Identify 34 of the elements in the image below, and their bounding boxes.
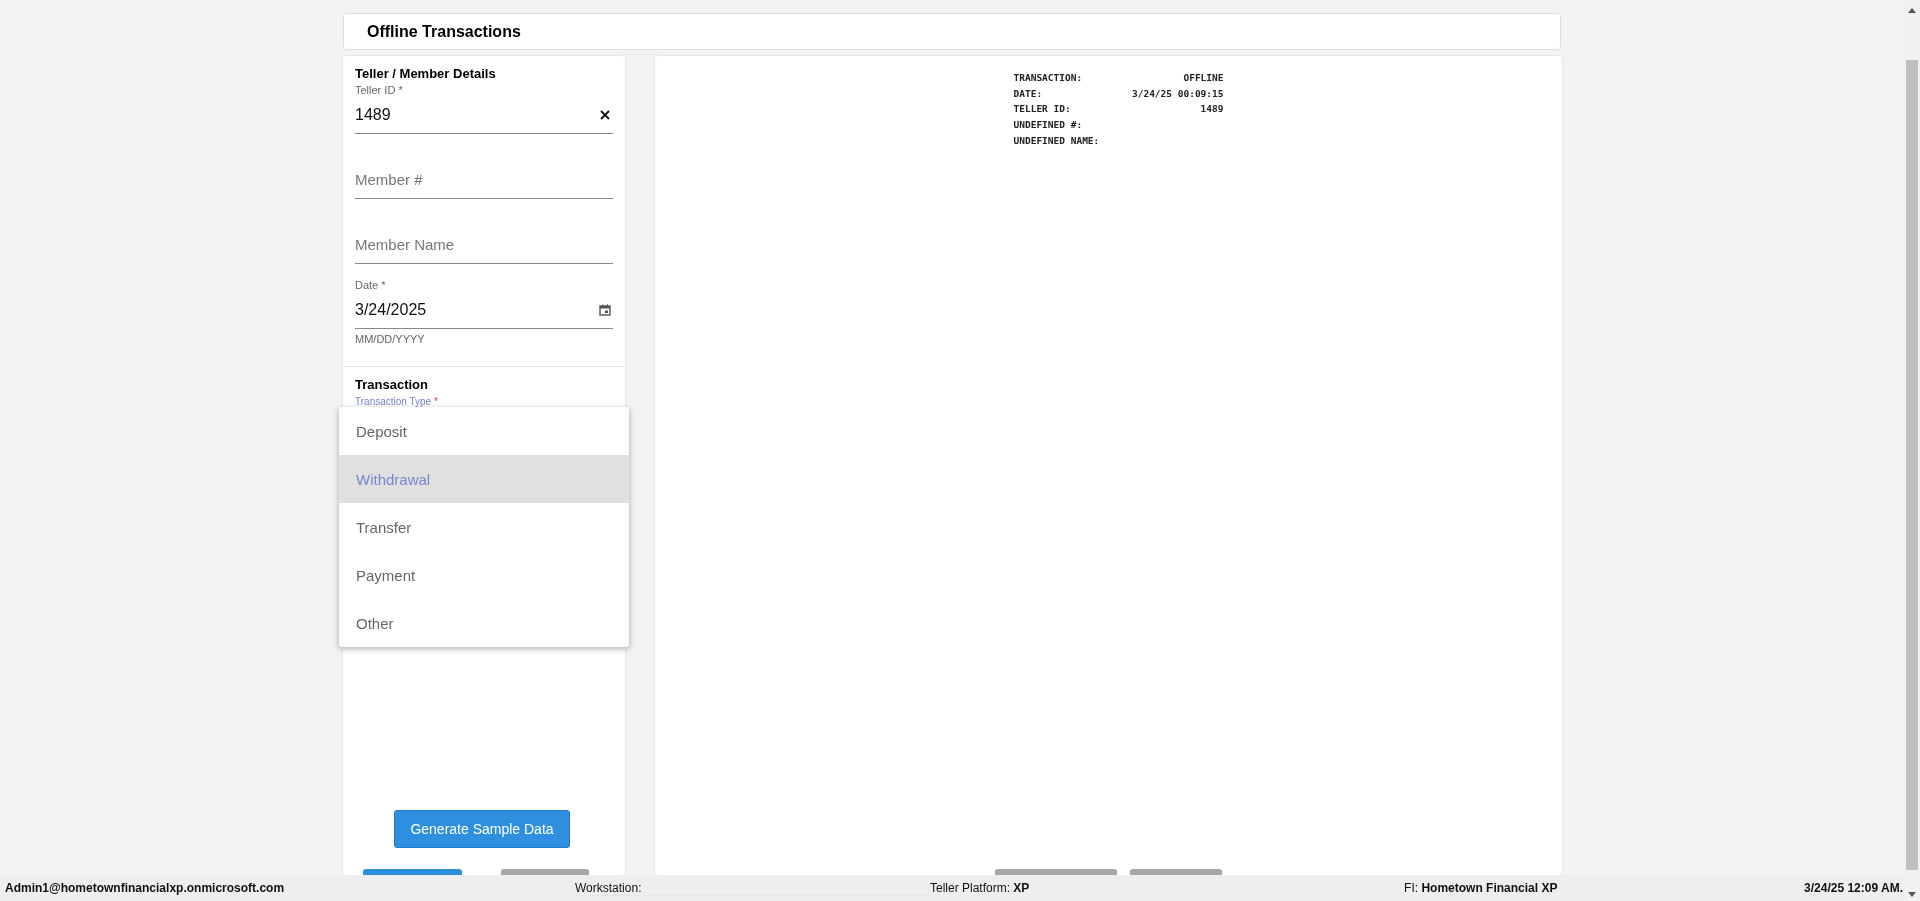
- input-field[interactable]: 1489: [355, 96, 613, 134]
- menu-option[interactable]: Deposit: [339, 407, 629, 455]
- scroll-thumb[interactable]: [1905, 60, 1918, 870]
- menu-option[interactable]: Other: [339, 599, 629, 647]
- scroll-down-icon[interactable]: [1907, 892, 1916, 897]
- status-text: Workstation:: [575, 880, 930, 896]
- receipt-label: TELLER ID:: [1013, 103, 1071, 115]
- field-hint: MM/DD/YYYY: [355, 333, 426, 345]
- calendar-icon[interactable]: [599, 303, 611, 316]
- receipt-value: OFFLINE: [1183, 72, 1224, 84]
- date-field[interactable]: 3/24/2025: [355, 291, 613, 329]
- page-title: Offline Transactions: [367, 22, 521, 41]
- field-label: Date *: [355, 279, 386, 291]
- menu-option[interactable]: Transfer: [339, 503, 629, 551]
- receipt-label: UNDEFINED #:: [1013, 119, 1083, 131]
- field-label: Teller ID *: [355, 84, 403, 96]
- section-title: Teller / Member Details: [355, 66, 497, 81]
- receipt-label: UNDEFINED NAME:: [1013, 134, 1100, 146]
- receipt-label: TRANSACTION:: [1013, 72, 1083, 84]
- input-field[interactable]: Member Name: [355, 226, 613, 264]
- scroll-up-icon[interactable]: [1907, 8, 1916, 13]
- field-label: Transaction Type *: [355, 396, 438, 407]
- status-text: Admin1@hometownfinancialxp.onmicrosoft.com: [4, 881, 286, 895]
- generate-sample-data-button[interactable]: Generate Sample Data: [394, 810, 570, 848]
- receipt-value: 3/24/25 00:09:15: [1132, 87, 1224, 99]
- status-text: Teller Platform: XP: [930, 881, 1031, 895]
- status-text: 3/24/25 12:09 AM.: [1804, 881, 1903, 895]
- receipt-label: DATE:: [1013, 87, 1043, 99]
- receipt-value: 1489: [1200, 103, 1224, 115]
- status-text: FI: Hometown Financial XP: [1404, 881, 1559, 895]
- menu-option[interactable]: Payment: [339, 551, 629, 599]
- section-title: Transaction: [355, 377, 429, 392]
- input-field[interactable]: Member #: [355, 161, 613, 199]
- close-icon[interactable]: [599, 108, 611, 121]
